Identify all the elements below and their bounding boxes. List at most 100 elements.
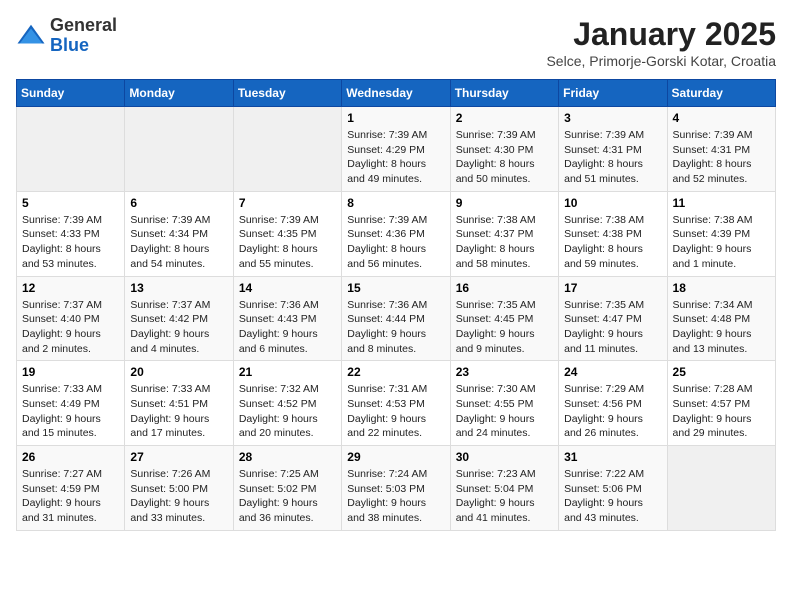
page-header: General Blue January 2025 Selce, Primorj… <box>16 16 776 69</box>
title-block: January 2025 Selce, Primorje-Gorski Kota… <box>546 16 776 69</box>
logo-icon <box>16 21 46 51</box>
day-info: Sunrise: 7:38 AM Sunset: 4:39 PM Dayligh… <box>673 213 770 272</box>
day-number: 5 <box>22 196 119 210</box>
day-cell <box>125 107 233 192</box>
day-info: Sunrise: 7:23 AM Sunset: 5:04 PM Dayligh… <box>456 467 553 526</box>
day-cell: 18Sunrise: 7:34 AM Sunset: 4:48 PM Dayli… <box>667 276 775 361</box>
day-info: Sunrise: 7:24 AM Sunset: 5:03 PM Dayligh… <box>347 467 444 526</box>
day-info: Sunrise: 7:33 AM Sunset: 4:51 PM Dayligh… <box>130 382 227 441</box>
day-info: Sunrise: 7:39 AM Sunset: 4:31 PM Dayligh… <box>564 128 661 187</box>
day-cell: 24Sunrise: 7:29 AM Sunset: 4:56 PM Dayli… <box>559 361 667 446</box>
day-number: 14 <box>239 281 336 295</box>
day-cell: 21 Sunrise: 7:32 AM Sunset: 4:52 PM Dayli… <box>233 361 341 446</box>
day-info: Sunrise: 7:36 AM Sunset: 4:44 PM Dayligh… <box>347 298 444 357</box>
day-number: 23 <box>456 365 553 379</box>
day-number: 9 <box>456 196 553 210</box>
weekday-header-thursday: Thursday <box>450 80 558 107</box>
day-info: Sunrise: 7:35 AM Sunset: 4:47 PM Dayligh… <box>564 298 661 357</box>
day-cell: 4 Sunrise: 7:39 AM Sunset: 4:31 PM Daylig… <box>667 107 775 192</box>
day-number: 2 <box>456 111 553 125</box>
day-cell: 14 Sunrise: 7:36 AM Sunset: 4:43 PM Dayli… <box>233 276 341 361</box>
day-number: 4 <box>673 111 770 125</box>
day-info: Sunrise: 7:39 AM Sunset: 4:33 PM Dayligh… <box>22 213 119 272</box>
day-number: 3 <box>564 111 661 125</box>
day-info: Sunrise: 7:39 AM Sunset: 4:35 PM Dayligh… <box>239 213 336 272</box>
day-info: Sunrise: 7:36 AM Sunset: 4:43 PM Dayligh… <box>239 298 336 357</box>
weekday-header-friday: Friday <box>559 80 667 107</box>
day-cell: 13Sunrise: 7:37 AM Sunset: 4:42 PM Dayli… <box>125 276 233 361</box>
day-info: Sunrise: 7:39 AM Sunset: 4:30 PM Dayligh… <box>456 128 553 187</box>
day-cell <box>233 107 341 192</box>
day-cell: 28 Sunrise: 7:25 AM Sunset: 5:02 PM Dayli… <box>233 446 341 531</box>
day-cell: 26 Sunrise: 7:27 AM Sunset: 4:59 PM Dayli… <box>17 446 125 531</box>
day-number: 30 <box>456 450 553 464</box>
day-cell: 27Sunrise: 7:26 AM Sunset: 5:00 PM Dayli… <box>125 446 233 531</box>
day-number: 21 <box>239 365 336 379</box>
day-info: Sunrise: 7:27 AM Sunset: 4:59 PM Dayligh… <box>22 467 119 526</box>
day-info: Sunrise: 7:33 AM Sunset: 4:49 PM Dayligh… <box>22 382 119 441</box>
logo-text: General Blue <box>50 16 117 56</box>
weekday-header-row: SundayMondayTuesdayWednesdayThursdayFrid… <box>17 80 776 107</box>
day-info: Sunrise: 7:39 AM Sunset: 4:36 PM Dayligh… <box>347 213 444 272</box>
day-number: 25 <box>673 365 770 379</box>
day-info: Sunrise: 7:29 AM Sunset: 4:56 PM Dayligh… <box>564 382 661 441</box>
day-number: 8 <box>347 196 444 210</box>
day-number: 16 <box>456 281 553 295</box>
day-number: 10 <box>564 196 661 210</box>
day-cell <box>17 107 125 192</box>
day-number: 26 <box>22 450 119 464</box>
day-number: 12 <box>22 281 119 295</box>
day-cell: 9Sunrise: 7:38 AM Sunset: 4:37 PM Daylig… <box>450 191 558 276</box>
day-cell: 22Sunrise: 7:31 AM Sunset: 4:53 PM Dayli… <box>342 361 450 446</box>
day-cell: 1Sunrise: 7:39 AM Sunset: 4:29 PM Daylig… <box>342 107 450 192</box>
day-cell: 7 Sunrise: 7:39 AM Sunset: 4:35 PM Daylig… <box>233 191 341 276</box>
day-number: 31 <box>564 450 661 464</box>
day-cell: 15Sunrise: 7:36 AM Sunset: 4:44 PM Dayli… <box>342 276 450 361</box>
day-number: 28 <box>239 450 336 464</box>
weekday-header-monday: Monday <box>125 80 233 107</box>
day-cell: 2 Sunrise: 7:39 AM Sunset: 4:30 PM Daylig… <box>450 107 558 192</box>
location: Selce, Primorje-Gorski Kotar, Croatia <box>546 53 776 69</box>
day-number: 29 <box>347 450 444 464</box>
day-info: Sunrise: 7:25 AM Sunset: 5:02 PM Dayligh… <box>239 467 336 526</box>
day-number: 19 <box>22 365 119 379</box>
day-cell: 29 Sunrise: 7:24 AM Sunset: 5:03 PM Dayli… <box>342 446 450 531</box>
week-row-1: 1Sunrise: 7:39 AM Sunset: 4:29 PM Daylig… <box>17 107 776 192</box>
day-info: Sunrise: 7:37 AM Sunset: 4:42 PM Dayligh… <box>130 298 227 357</box>
week-row-5: 26 Sunrise: 7:27 AM Sunset: 4:59 PM Dayli… <box>17 446 776 531</box>
week-row-2: 5 Sunrise: 7:39 AM Sunset: 4:33 PM Daylig… <box>17 191 776 276</box>
day-number: 20 <box>130 365 227 379</box>
day-number: 11 <box>673 196 770 210</box>
week-row-4: 19 Sunrise: 7:33 AM Sunset: 4:49 PM Dayli… <box>17 361 776 446</box>
day-cell: 11 Sunrise: 7:38 AM Sunset: 4:39 PM Dayli… <box>667 191 775 276</box>
weekday-header-tuesday: Tuesday <box>233 80 341 107</box>
logo: General Blue <box>16 16 117 56</box>
day-info: Sunrise: 7:32 AM Sunset: 4:52 PM Dayligh… <box>239 382 336 441</box>
day-cell: 5 Sunrise: 7:39 AM Sunset: 4:33 PM Daylig… <box>17 191 125 276</box>
day-cell: 23 Sunrise: 7:30 AM Sunset: 4:55 PM Dayli… <box>450 361 558 446</box>
day-cell: 10Sunrise: 7:38 AM Sunset: 4:38 PM Dayli… <box>559 191 667 276</box>
day-number: 7 <box>239 196 336 210</box>
day-cell: 30 Sunrise: 7:23 AM Sunset: 5:04 PM Dayli… <box>450 446 558 531</box>
day-cell <box>667 446 775 531</box>
day-cell: 8 Sunrise: 7:39 AM Sunset: 4:36 PM Daylig… <box>342 191 450 276</box>
day-cell: 12Sunrise: 7:37 AM Sunset: 4:40 PM Dayli… <box>17 276 125 361</box>
weekday-header-sunday: Sunday <box>17 80 125 107</box>
day-number: 18 <box>673 281 770 295</box>
day-info: Sunrise: 7:39 AM Sunset: 4:31 PM Dayligh… <box>673 128 770 187</box>
day-info: Sunrise: 7:39 AM Sunset: 4:34 PM Dayligh… <box>130 213 227 272</box>
day-number: 17 <box>564 281 661 295</box>
week-row-3: 12Sunrise: 7:37 AM Sunset: 4:40 PM Dayli… <box>17 276 776 361</box>
day-cell: 16Sunrise: 7:35 AM Sunset: 4:45 PM Dayli… <box>450 276 558 361</box>
day-info: Sunrise: 7:30 AM Sunset: 4:55 PM Dayligh… <box>456 382 553 441</box>
month-title: January 2025 <box>546 16 776 53</box>
day-number: 1 <box>347 111 444 125</box>
day-info: Sunrise: 7:22 AM Sunset: 5:06 PM Dayligh… <box>564 467 661 526</box>
day-number: 22 <box>347 365 444 379</box>
day-cell: 3 Sunrise: 7:39 AM Sunset: 4:31 PM Daylig… <box>559 107 667 192</box>
day-cell: 17 Sunrise: 7:35 AM Sunset: 4:47 PM Dayli… <box>559 276 667 361</box>
day-cell: 19 Sunrise: 7:33 AM Sunset: 4:49 PM Dayli… <box>17 361 125 446</box>
day-info: Sunrise: 7:28 AM Sunset: 4:57 PM Dayligh… <box>673 382 770 441</box>
day-cell: 20 Sunrise: 7:33 AM Sunset: 4:51 PM Dayli… <box>125 361 233 446</box>
day-number: 27 <box>130 450 227 464</box>
